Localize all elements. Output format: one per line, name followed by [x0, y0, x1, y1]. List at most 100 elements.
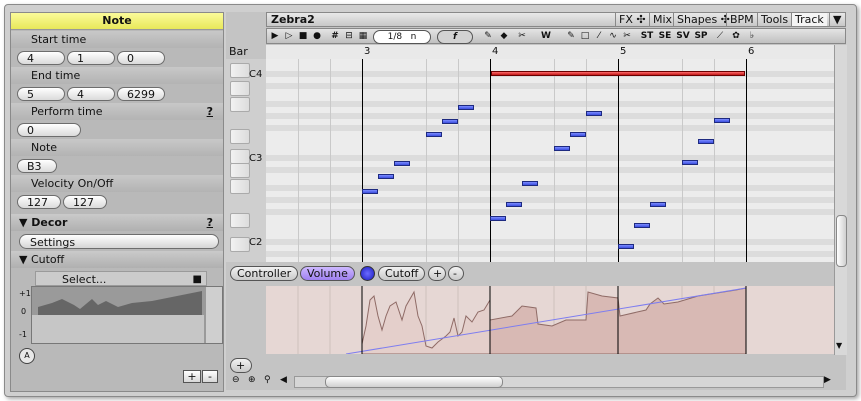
zoom-icon[interactable]: ⚲ — [264, 375, 271, 385]
menu-tools[interactable]: Tools — [757, 13, 791, 26]
note-block[interactable] — [362, 189, 378, 194]
swirl-icon[interactable]: ✿ — [729, 30, 743, 42]
piano-key[interactable] — [230, 129, 250, 144]
curve-icon[interactable]: ∿ — [607, 30, 619, 42]
note-block[interactable] — [506, 202, 522, 207]
note-block[interactable] — [458, 105, 474, 110]
note-block[interactable] — [618, 244, 634, 249]
scroll-right-arrow[interactable]: ▶ — [824, 375, 831, 385]
transpose-icon[interactable]: ♭ — [745, 30, 759, 42]
vertical-scrollbar[interactable]: ▼ — [834, 45, 847, 355]
selected-note[interactable] — [491, 71, 745, 76]
piano-key[interactable] — [230, 179, 250, 194]
horizontal-track[interactable] — [294, 376, 824, 388]
menu-mix[interactable]: Mix — [649, 13, 675, 26]
menu-dropdown[interactable]: ▼ — [829, 13, 844, 26]
menu-track[interactable]: Track — [791, 13, 827, 26]
eraser-icon[interactable]: ◆ — [497, 30, 511, 42]
zoom-fit-icon[interactable]: ⊕ — [248, 375, 256, 385]
perform-time-field[interactable]: 0 — [17, 123, 81, 137]
dynamics-icon[interactable]: f — [437, 30, 473, 44]
start-time-tick-field[interactable]: 0 — [117, 51, 165, 65]
note-block[interactable] — [490, 216, 506, 221]
scroll-left-arrow[interactable]: ◀ — [280, 375, 287, 385]
velocity-off-field[interactable]: 127 — [63, 195, 107, 209]
record-icon[interactable]: ● — [311, 30, 323, 42]
folder-icon[interactable]: ■ — [193, 272, 202, 287]
note-block[interactable] — [698, 139, 714, 144]
volume-indicator-icon[interactable] — [360, 266, 375, 281]
menu-fx[interactable]: FX ✣ — [615, 13, 649, 26]
zoom-out-icon[interactable]: ⊖ — [232, 375, 240, 385]
note-block[interactable] — [714, 118, 730, 123]
stop-icon[interactable]: ■ — [297, 30, 309, 42]
note-block[interactable] — [522, 181, 538, 186]
auto-toggle[interactable]: A — [19, 348, 35, 364]
tool-st[interactable]: ST — [639, 30, 655, 42]
vertical-scroll-thumb[interactable] — [836, 215, 847, 267]
tab-controller[interactable]: Controller — [230, 266, 299, 281]
tool-se[interactable]: SE — [657, 30, 673, 42]
start-time-beat-field[interactable]: 1 — [67, 51, 115, 65]
diagonal-line-icon[interactable]: ⟋ — [713, 30, 727, 42]
cutoff-select-dropdown[interactable]: Select... ■ — [35, 271, 207, 286]
note-block[interactable] — [634, 223, 650, 228]
note-block[interactable] — [570, 132, 586, 137]
end-time-bar-field[interactable]: 5 — [17, 87, 65, 101]
piano-key[interactable] — [230, 163, 250, 178]
note-block[interactable] — [378, 174, 394, 179]
note-block[interactable] — [442, 119, 458, 124]
note-pitch-field[interactable]: B3 — [17, 159, 57, 173]
perform-time-help[interactable]: ? — [207, 103, 213, 120]
quantize-icon[interactable]: ⊟ — [343, 30, 355, 42]
piano-key[interactable] — [230, 149, 250, 164]
tool-sv[interactable]: SV — [675, 30, 691, 42]
add-lane-button[interactable]: + — [230, 358, 252, 373]
scroll-down-arrow[interactable]: ▼ — [836, 341, 842, 350]
piano-keyboard[interactable]: C4 C3 C2 — [226, 59, 266, 262]
decor-section-header[interactable]: ▼ Decor ? — [11, 214, 223, 231]
velocity-on-field[interactable]: 127 — [17, 195, 61, 209]
remove-button[interactable]: - — [202, 370, 218, 383]
piano-key[interactable] — [230, 97, 250, 112]
grid-selector[interactable]: 1/8 n — [373, 30, 431, 44]
tool-sp[interactable]: SP — [693, 30, 709, 42]
note-block[interactable] — [394, 161, 410, 166]
note-grid[interactable] — [266, 59, 834, 262]
end-time-beat-field[interactable]: 4 — [67, 87, 115, 101]
add-button[interactable]: + — [183, 370, 201, 383]
pencil-icon[interactable]: ✎ — [481, 30, 495, 42]
timeline-ruler[interactable]: 3 4 5 6 — [266, 45, 834, 60]
velocity-tool-icon[interactable]: W — [539, 30, 553, 42]
piano-key[interactable] — [230, 237, 250, 252]
start-time-bar-field[interactable]: 4 — [17, 51, 65, 65]
draw-icon[interactable]: ✎ — [565, 30, 577, 42]
line-icon[interactable]: ⁄ — [593, 30, 605, 42]
piano-key[interactable] — [230, 63, 250, 78]
snap-icon[interactable]: # — [329, 30, 341, 42]
note-block[interactable] — [586, 111, 602, 116]
piano-key[interactable] — [230, 213, 250, 228]
piano-key[interactable] — [230, 81, 250, 96]
play-from-start-icon[interactable]: ▷ — [283, 30, 295, 42]
note-block[interactable] — [554, 146, 570, 151]
controller-remove-button[interactable]: - — [448, 266, 464, 281]
note-block[interactable] — [426, 132, 442, 137]
mute-tool-icon[interactable]: ✂ — [515, 30, 529, 42]
decor-help[interactable]: ? — [207, 214, 213, 231]
tab-volume[interactable]: Volume — [300, 266, 355, 281]
tab-cutoff[interactable]: Cutoff — [378, 266, 426, 281]
settings-button[interactable]: Settings — [19, 234, 219, 249]
cutoff-section-header[interactable]: ▼ Cutoff — [11, 251, 223, 268]
menu-bpm[interactable]: BPM — [726, 13, 757, 26]
horizontal-scrollbar[interactable]: ⊖ ⊕ ⚲ ◀ ▶ — [226, 374, 834, 388]
grid-icon[interactable]: ▦ — [357, 30, 369, 42]
note-block[interactable] — [650, 202, 666, 207]
note-block[interactable] — [682, 160, 698, 165]
end-time-tick-field[interactable]: 6299 — [117, 87, 165, 101]
controller-add-button[interactable]: + — [428, 266, 446, 281]
menu-shapes[interactable]: Shapes ✣ — [673, 13, 733, 26]
play-icon[interactable]: ▶ — [269, 30, 281, 42]
controller-lane[interactable] — [266, 286, 834, 354]
select-box-icon[interactable]: □ — [579, 30, 591, 42]
